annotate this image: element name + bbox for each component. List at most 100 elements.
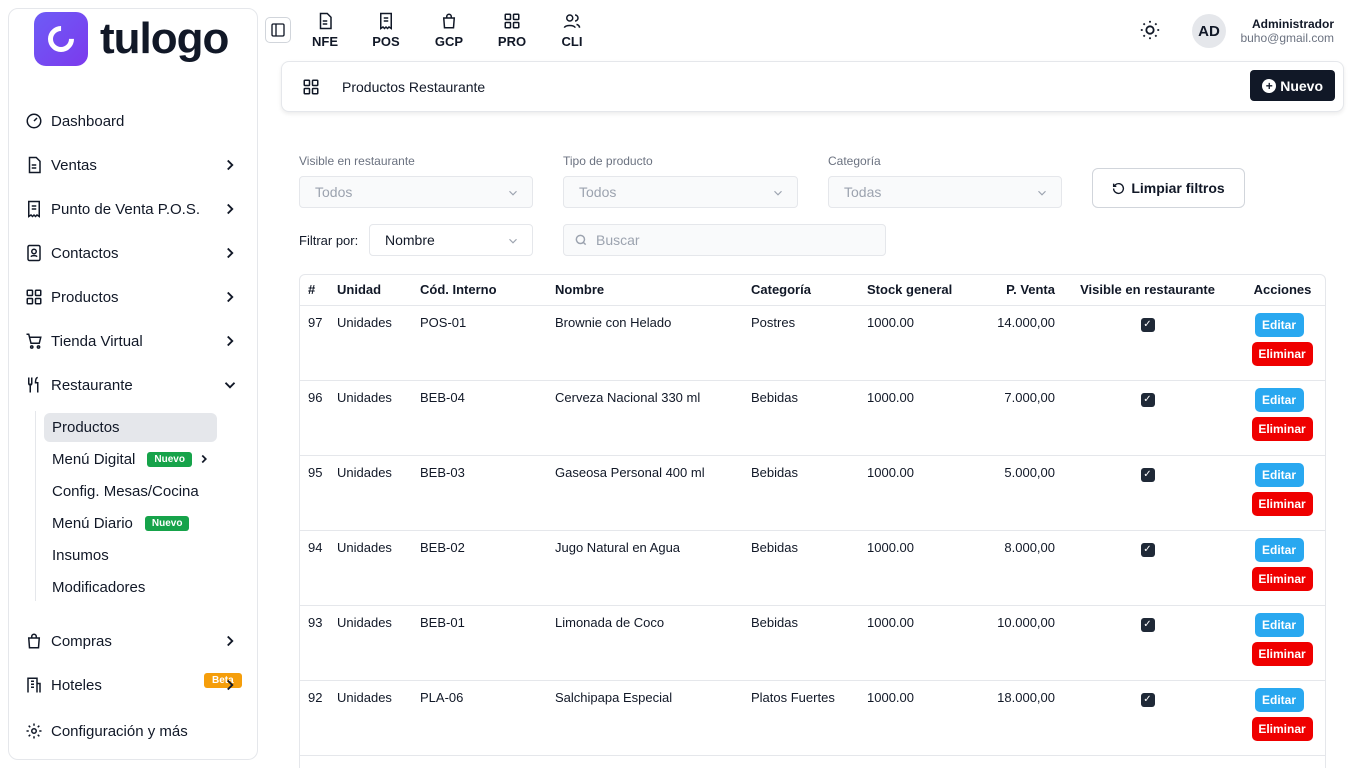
- sidebar-icon: [271, 23, 285, 37]
- cell-price: 10.000,00: [967, 605, 1055, 681]
- cell-stock: 1000.00: [867, 530, 967, 606]
- sidebar-item-pos[interactable]: Punto de Venta P.O.S.: [25, 195, 249, 223]
- sidebar-item-tienda[interactable]: Tienda Virtual: [25, 327, 249, 355]
- theme-toggle-button[interactable]: [1139, 19, 1161, 44]
- sidebar-subitem-insumos[interactable]: Insumos: [44, 541, 217, 570]
- cell-actions: Editar Eliminar: [1240, 380, 1325, 456]
- sidebar-item-productos[interactable]: Productos: [25, 283, 249, 311]
- visible-filter-select[interactable]: Todos: [299, 176, 533, 208]
- delete-button[interactable]: Eliminar: [1251, 716, 1313, 741]
- cell-actions: Editar Eliminar: [1240, 530, 1325, 606]
- cell-id: 92: [300, 680, 337, 756]
- brand-logo[interactable]: tulogo: [34, 12, 229, 66]
- logo-icon: [34, 12, 88, 66]
- sidebar-item-restaurante[interactable]: Restaurante: [25, 371, 249, 399]
- sidebar-subitem-modificadores[interactable]: Modificadores: [44, 573, 217, 602]
- column-header[interactable]: Visible en restaurante: [1055, 275, 1240, 306]
- sidebar-subitem-config-mesas[interactable]: Config. Mesas/Cocina: [44, 477, 217, 506]
- chevron-down-icon: [1038, 190, 1046, 196]
- sidebar-subitem-menu-diario[interactable]: Menú Diario Nuevo: [44, 509, 217, 538]
- cell-code: POS-01: [420, 305, 555, 381]
- sidebar-subitem-menu-digital[interactable]: Menú Digital Nuevo: [44, 445, 217, 474]
- edit-button[interactable]: Editar: [1254, 537, 1304, 562]
- table-row: 94 Unidades BEB-02 Jugo Natural en Agua Bebi…: [300, 530, 1325, 606]
- topnav-gcp[interactable]: GCP: [429, 12, 469, 49]
- delete-button[interactable]: Eliminar: [1251, 491, 1313, 516]
- table-row: 95 Unidades BEB-03 Gaseosa Personal 400 ml B…: [300, 455, 1325, 531]
- button-label: Nuevo: [1280, 77, 1323, 94]
- chevron-right-icon: [201, 454, 207, 464]
- new-product-button[interactable]: + Nuevo: [1250, 70, 1335, 101]
- topnav-pos[interactable]: POS: [366, 12, 406, 49]
- cell-price: 8.000,00: [967, 530, 1055, 606]
- column-header[interactable]: Unidad: [337, 275, 420, 306]
- chevron-right-icon: [227, 635, 234, 647]
- edit-button[interactable]: Editar: [1254, 387, 1304, 412]
- cell-name: Gaseosa Personal 400 ml: [555, 455, 751, 531]
- table-row: 93 Unidades BEB-01 Limonada de Coco Bebidas 1…: [300, 605, 1325, 681]
- sidebar-item-contactos[interactable]: Contactos: [25, 239, 249, 267]
- column-header[interactable]: Nombre: [555, 275, 751, 306]
- cell-category: Bebidas: [751, 380, 867, 456]
- sidebar-item-hoteles[interactable]: Hoteles Beta: [25, 671, 249, 699]
- cell-category: Platos Fuertes: [751, 680, 867, 756]
- user-email: buho@gmail.com: [1240, 31, 1334, 45]
- sidebar-item-compras[interactable]: Compras: [25, 627, 249, 655]
- cell-name: Jugo Natural en Agua: [555, 530, 751, 606]
- search-input[interactable]: [596, 232, 876, 248]
- sidebar-item-configuracion[interactable]: Configuración y más: [25, 717, 249, 745]
- cell-code: PLA-06: [420, 680, 555, 756]
- cell-price: 7.000,00: [967, 380, 1055, 456]
- topnav-pro[interactable]: PRO: [492, 12, 532, 49]
- document-icon: [25, 156, 43, 174]
- filter-by-select[interactable]: Nombre: [369, 224, 533, 256]
- delete-button[interactable]: Eliminar: [1251, 641, 1313, 666]
- select-value: Todos: [579, 184, 617, 200]
- topnav-cli[interactable]: CLI: [552, 12, 592, 49]
- delete-button[interactable]: Eliminar: [1251, 416, 1313, 441]
- column-header[interactable]: P. Venta: [967, 275, 1055, 306]
- cell-unit: Unidades: [337, 605, 420, 681]
- delete-button[interactable]: Eliminar: [1251, 566, 1313, 591]
- column-header[interactable]: Categoría: [751, 275, 867, 306]
- visible-checkbox[interactable]: ✓: [1140, 467, 1155, 482]
- chevron-right-icon: [227, 335, 234, 347]
- edit-button[interactable]: Editar: [1254, 462, 1304, 487]
- edit-button[interactable]: Editar: [1254, 687, 1304, 712]
- cell-name: Brownie con Helado: [555, 305, 751, 381]
- column-header[interactable]: Stock general: [867, 275, 967, 306]
- sidebar-toggle-button[interactable]: [265, 17, 291, 43]
- avatar[interactable]: AD: [1192, 14, 1226, 48]
- cell-actions: Editar Eliminar: [1240, 455, 1325, 531]
- topnav-nfe[interactable]: NFE: [305, 12, 345, 49]
- cell-stock: 1000.00: [867, 605, 967, 681]
- cell-code: BEB-03: [420, 455, 555, 531]
- edit-button[interactable]: Editar: [1254, 312, 1304, 337]
- clear-filters-button[interactable]: Limpiar filtros: [1092, 168, 1245, 208]
- cell-stock: 1000.00: [867, 380, 967, 456]
- brand-name: tulogo: [100, 14, 229, 63]
- sidebar-item-label: Dashboard: [51, 112, 125, 130]
- cell-actions: Editar Eliminar: [1240, 605, 1325, 681]
- subitem-label: Modificadores: [52, 579, 146, 596]
- visible-checkbox[interactable]: ✓: [1140, 617, 1155, 632]
- sidebar-item-ventas[interactable]: Ventas: [25, 151, 249, 179]
- bag-icon: [25, 632, 43, 650]
- visible-checkbox[interactable]: ✓: [1140, 392, 1155, 407]
- category-filter-select[interactable]: Todas: [828, 176, 1062, 208]
- sidebar-item-dashboard[interactable]: Dashboard: [25, 107, 249, 135]
- cell-code: BEB-04: [420, 380, 555, 456]
- column-header: Acciones: [1240, 275, 1325, 306]
- edit-button[interactable]: Editar: [1254, 612, 1304, 637]
- type-filter-select[interactable]: Todos: [563, 176, 798, 208]
- cell-code: BEB-01: [420, 605, 555, 681]
- refresh-icon: [1112, 182, 1125, 195]
- column-header[interactable]: Cód. Interno: [420, 275, 555, 306]
- delete-button[interactable]: Eliminar: [1251, 341, 1313, 366]
- chevron-down-icon: [224, 382, 236, 389]
- visible-checkbox[interactable]: ✓: [1140, 692, 1155, 707]
- visible-checkbox[interactable]: ✓: [1140, 542, 1155, 557]
- column-header[interactable]: #: [300, 275, 337, 306]
- visible-checkbox[interactable]: ✓: [1140, 317, 1155, 332]
- sidebar-subitem-productos[interactable]: Productos: [44, 413, 217, 442]
